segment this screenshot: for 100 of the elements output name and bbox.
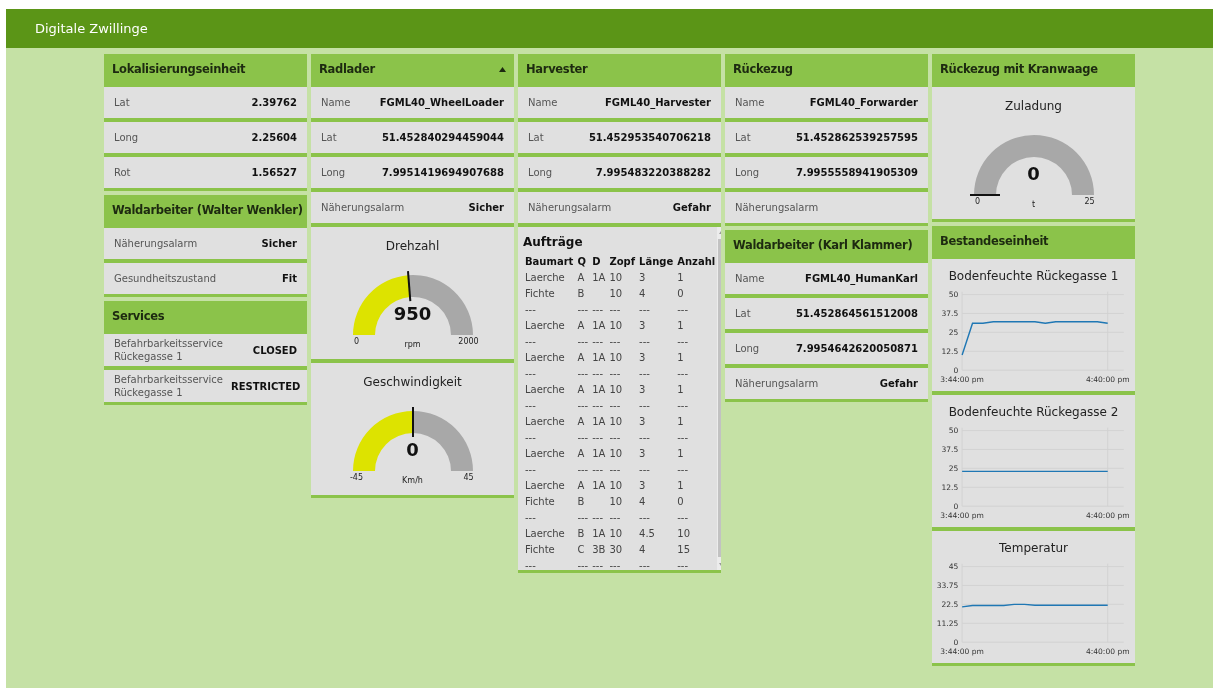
table-cell: 3B xyxy=(592,543,606,555)
table-cell: --- xyxy=(639,399,650,411)
table-cell: 10 xyxy=(609,495,623,507)
row-value: 51.452862539257595 xyxy=(795,131,918,145)
table-title: Aufträge xyxy=(523,234,584,251)
gauge-min: 0 xyxy=(973,196,982,208)
table-cell: --- xyxy=(639,335,650,347)
column-header: Zopf xyxy=(608,254,637,269)
row-value: Gefahr xyxy=(672,201,711,215)
row-label: Näherungsalarm xyxy=(321,201,405,214)
table-cell: --- xyxy=(639,367,650,379)
table-cell: C xyxy=(577,543,585,555)
table-cell: 4 xyxy=(639,287,646,299)
table-cell: --- xyxy=(592,303,604,315)
row-value: FGML40_WheelLoader xyxy=(379,96,504,110)
table-cell: --- xyxy=(592,463,604,475)
table-cell: 0 xyxy=(677,287,684,299)
table-cell: 1A xyxy=(592,383,606,395)
table-cell: --- xyxy=(577,511,589,523)
table-cell: --- xyxy=(639,511,650,523)
table-cell: A xyxy=(577,319,585,331)
axis-label: 0 xyxy=(953,638,959,648)
row-label: Befahrbarkeitsservice Rückegasse 1 xyxy=(114,373,223,399)
caret-up-icon[interactable] xyxy=(499,67,506,72)
axis-label: 4:40:00 pm xyxy=(1085,510,1130,520)
row-value: 7.995483220388282 xyxy=(595,166,711,180)
table-cell: 3 xyxy=(639,415,646,427)
row-value: RESTRICTED xyxy=(231,379,301,394)
row-value: FGML40_Forwarder xyxy=(809,96,918,110)
table-cell: --- xyxy=(592,367,604,379)
table-cell: B xyxy=(577,287,585,299)
row-label: Näherungsalarm xyxy=(528,201,612,214)
table-cell: 1A xyxy=(592,319,606,331)
table-cell: Fichte xyxy=(525,543,555,555)
gauge-max: 45 xyxy=(462,472,475,484)
row-value: Sicher xyxy=(468,201,504,215)
table-cell: A xyxy=(577,351,585,363)
table-cell: --- xyxy=(609,431,621,443)
table-cell: 1A xyxy=(592,527,606,539)
gauge-unit: rpm xyxy=(403,339,422,351)
table-cell: Fichte xyxy=(525,287,555,299)
table-cell: --- xyxy=(609,399,621,411)
table-cell: 1 xyxy=(677,271,684,283)
table-cell: 10 xyxy=(609,527,623,539)
axis-label: 37.5 xyxy=(941,309,959,319)
table-cell: --- xyxy=(639,303,650,315)
table-cell: 1A xyxy=(592,351,606,363)
table-cell: --- xyxy=(525,511,536,523)
row-value: 7.9951419694907688 xyxy=(381,166,504,180)
table-cell: A xyxy=(577,447,585,459)
group-title: Waldarbeiter (Karl Klammer) xyxy=(733,236,913,254)
row-value: 2.25604 xyxy=(251,131,297,145)
gauge-title: Zuladung xyxy=(1005,98,1062,115)
axis-label: 0 xyxy=(953,366,959,376)
table-cell: --- xyxy=(677,511,689,523)
table-cell: 1 xyxy=(677,479,684,491)
axis-label: 3:44:00 pm xyxy=(940,510,984,520)
axis-label: 3:44:00 pm xyxy=(940,374,984,384)
table-cell: Laerche xyxy=(525,383,565,395)
table-cell: 1 xyxy=(677,447,684,459)
row-label: Name xyxy=(528,96,558,109)
table-cell: 1 xyxy=(677,415,684,427)
table-cell: --- xyxy=(677,559,689,570)
table-cell: --- xyxy=(677,463,689,475)
table-cell: --- xyxy=(577,463,589,475)
column-header: Q xyxy=(576,254,587,269)
row-label: Befahrbarkeitsservice Rückegasse 1 xyxy=(114,337,224,363)
table-cell: --- xyxy=(592,399,604,411)
row-value: 7.9954642620050871 xyxy=(795,342,918,356)
table-cell: B xyxy=(577,495,585,507)
table-cell: --- xyxy=(609,335,621,347)
table-cell: 1A xyxy=(592,271,606,283)
table-cell: 10 xyxy=(609,479,623,491)
table-cell: 0 xyxy=(677,495,684,507)
table-cell: --- xyxy=(525,367,536,379)
table-cell: --- xyxy=(677,367,689,379)
row-value: Sicher xyxy=(261,237,297,251)
chart-title: Temperatur xyxy=(999,540,1068,557)
table-cell: --- xyxy=(639,559,650,570)
table-cell: --- xyxy=(609,367,621,379)
table-cell: --- xyxy=(609,559,621,570)
axis-label: 12.5 xyxy=(941,483,959,493)
axis-label: 25 xyxy=(948,464,959,474)
axis-label: 0 xyxy=(953,502,959,512)
row-label: Long xyxy=(735,166,760,179)
gauge-min: -45 xyxy=(348,472,365,484)
table-cell: --- xyxy=(639,463,650,475)
row-label: Lat xyxy=(321,131,337,144)
axis-label: 50 xyxy=(948,426,959,436)
gauge-value: 950 xyxy=(392,305,433,323)
column-header: Länge xyxy=(638,254,675,269)
group-title: Harvester xyxy=(526,60,588,78)
table-cell: Laerche xyxy=(525,319,565,331)
row-label: Long xyxy=(114,131,139,144)
table-cell: 1A xyxy=(592,447,606,459)
table-cell: --- xyxy=(592,431,604,443)
row-label: Long xyxy=(735,342,760,355)
table-cell: 1A xyxy=(592,479,606,491)
table-cell: Fichte xyxy=(525,495,555,507)
table-cell: --- xyxy=(525,399,536,411)
